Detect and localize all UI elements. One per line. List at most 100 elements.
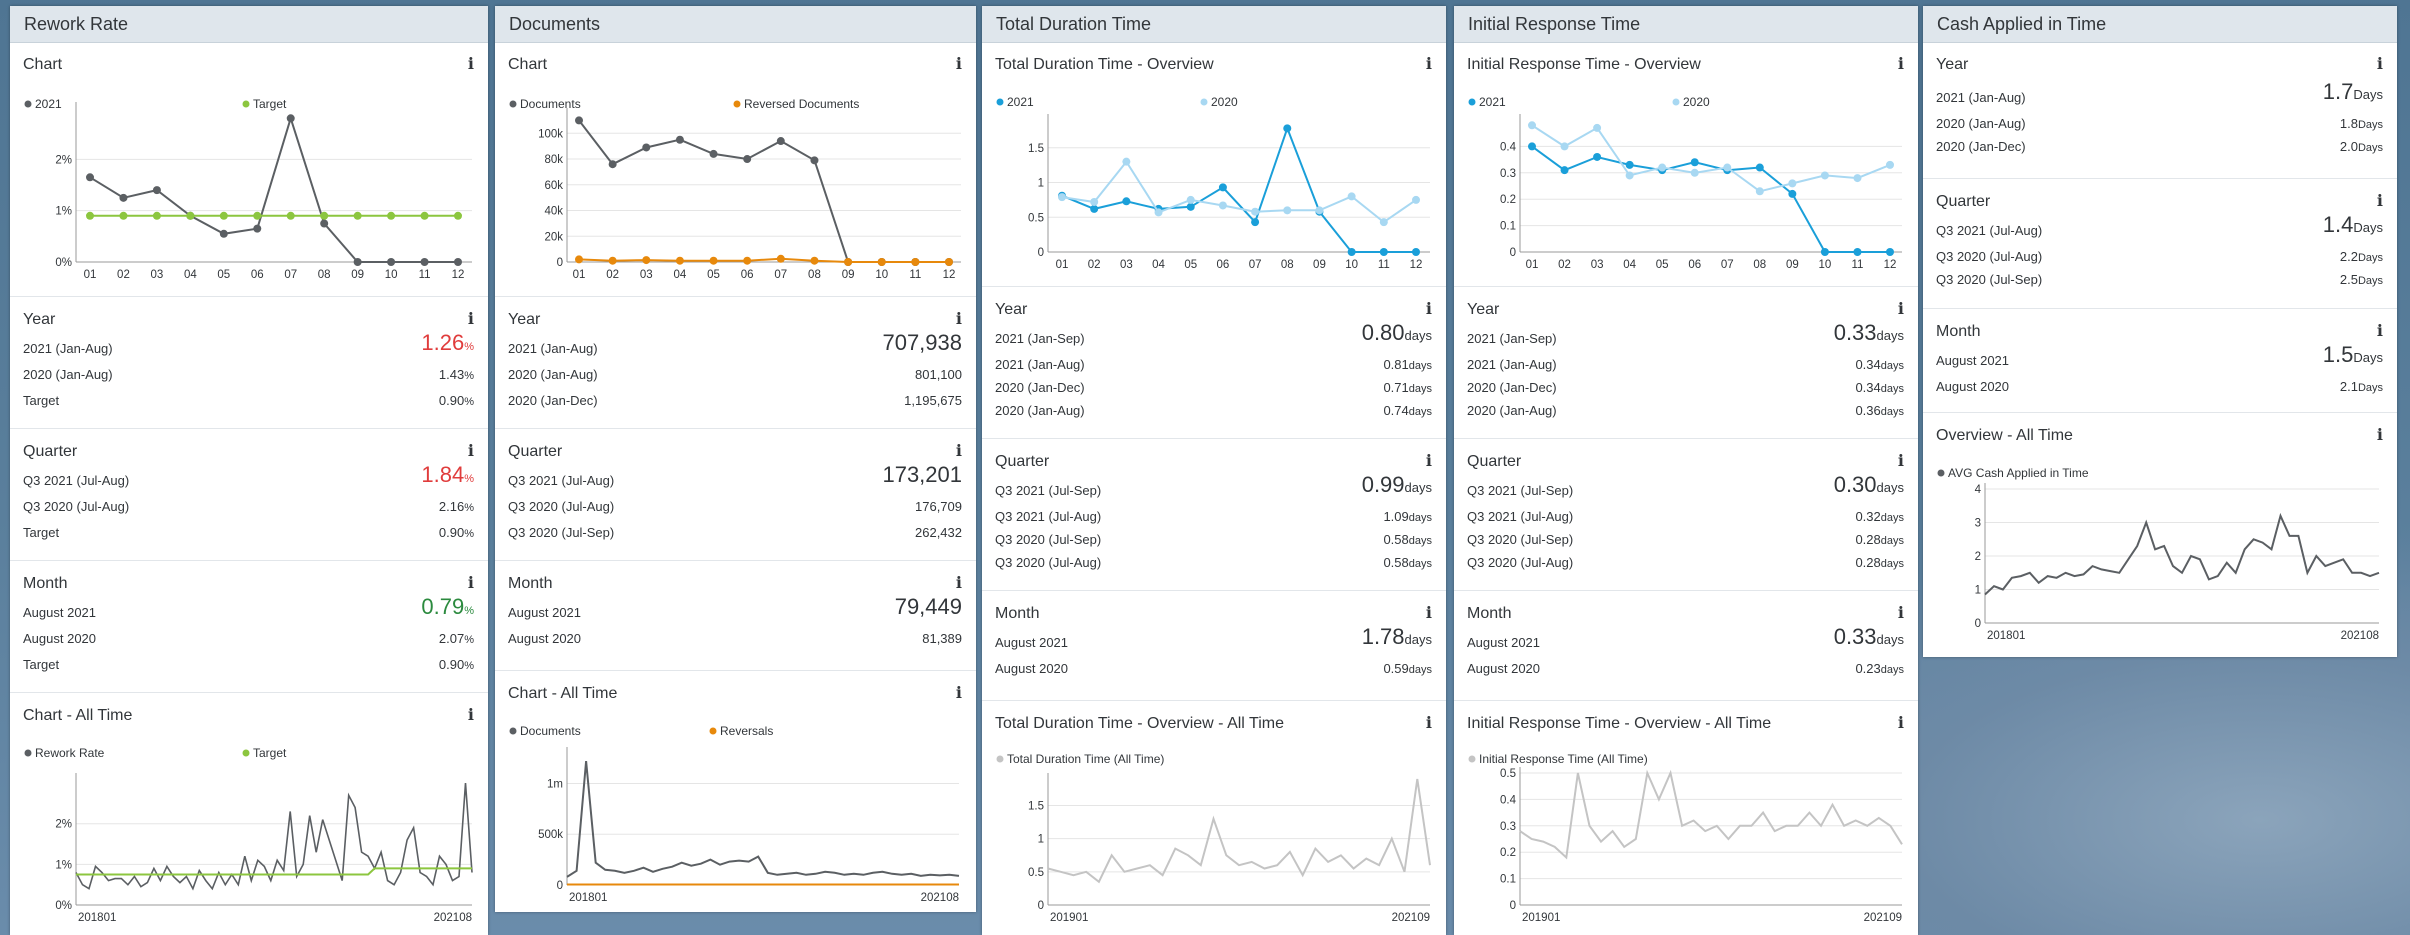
cash-applied-card[interactable]: Cash Applied in Time Year i 2021 (Jan-Au… xyxy=(1923,6,2397,657)
kpi-row: 2020 (Jan-Aug) 1.43% xyxy=(23,367,474,382)
data-point xyxy=(286,211,295,220)
info-icon[interactable]: i xyxy=(468,441,474,460)
initial-response-card[interactable]: Initial Response Time Initial Response T… xyxy=(1454,6,1918,935)
documents-card[interactable]: Documents Chart i Documents Reversed Docu… xyxy=(495,6,976,912)
data-point xyxy=(810,256,819,265)
info-icon[interactable]: i xyxy=(1426,299,1432,318)
data-point xyxy=(454,211,462,220)
duration-alltime-chart: Total Duration Time (All Time) 1.5 1 0.5 0 20… xyxy=(996,752,1431,924)
y-tick-label: 0.5 xyxy=(1500,768,1516,780)
kpi-row: 2020 (Jan-Dec) 0.34days xyxy=(1467,380,1904,395)
legend-marker xyxy=(242,749,250,757)
y-tick-label: 0 xyxy=(1038,247,1044,259)
info-icon[interactable]: i xyxy=(956,441,962,460)
kpi-row: Q3 2020 (Jul-Aug) 176,709 xyxy=(508,499,962,514)
info-icon[interactable]: i xyxy=(956,573,962,592)
section-title: Month xyxy=(995,605,1040,622)
info-icon[interactable]: i xyxy=(468,309,474,328)
total-duration-card[interactable]: Total Duration Time Total Duration Time … xyxy=(982,6,1446,935)
data-point xyxy=(743,155,752,164)
x-tick-label: 07 xyxy=(1721,259,1734,271)
x-tick-label: 06 xyxy=(1217,259,1230,271)
x-tick-label: 09 xyxy=(842,269,855,281)
y-tick-label: 4 xyxy=(1975,484,1982,496)
y-tick-label: 0 xyxy=(557,880,563,892)
data-point xyxy=(454,258,462,266)
card-title: Initial Response Time xyxy=(1454,6,1918,43)
info-icon[interactable]: i xyxy=(2377,321,2383,340)
data-point xyxy=(286,114,295,123)
x-tick-label: 02 xyxy=(117,269,130,281)
info-icon[interactable]: i xyxy=(1426,451,1432,470)
info-icon[interactable]: i xyxy=(468,54,474,73)
documents-alltime-chart: Documents Reversals 1m 500k 0 201801 202108 xyxy=(509,724,960,904)
x-tick-label: 03 xyxy=(151,269,164,281)
y-tick-label: 1.5 xyxy=(1028,801,1044,813)
data-point xyxy=(1853,248,1862,256)
section-title: Quarter xyxy=(1467,453,1522,470)
info-icon[interactable]: i xyxy=(468,705,474,724)
y-tick-label: 1 xyxy=(1038,178,1044,190)
data-point xyxy=(152,186,161,195)
section-title: Year xyxy=(23,311,56,328)
kpi-row: 2021 (Jan-Aug) 707,938 xyxy=(508,330,962,356)
info-icon[interactable]: i xyxy=(1898,603,1904,622)
kpi-row: 2020 (Jan-Dec) 2.0Days xyxy=(1936,139,2383,154)
info-icon[interactable]: i xyxy=(1898,299,1904,318)
info-icon[interactable]: i xyxy=(2377,191,2383,210)
info-icon[interactable]: i xyxy=(1898,54,1904,73)
info-icon[interactable]: i xyxy=(1898,451,1904,470)
x-tick-label: 01 xyxy=(84,269,97,281)
data-point xyxy=(945,258,953,266)
x-tick-label: 06 xyxy=(251,269,264,281)
year-section: Year i 2021 (Jan-Aug) 1.26% 2020 (Jan-Aug… xyxy=(10,296,488,428)
response-chart: 2021 2020 0.4 0.3 0.2 0.1 0 01 02 03 04 05 06 07 08 09 1… xyxy=(1468,95,1902,271)
info-icon[interactable]: i xyxy=(956,54,962,73)
series-line xyxy=(75,783,473,891)
kpi-row: Target 0.90% xyxy=(23,525,474,540)
card-title: Cash Applied in Time xyxy=(1923,6,2397,43)
data-point xyxy=(1788,179,1797,188)
y-tick-label: 0.4 xyxy=(1500,141,1517,153)
info-icon[interactable]: i xyxy=(956,309,962,328)
card-title: Total Duration Time xyxy=(982,6,1446,43)
series-line xyxy=(1519,769,1903,860)
kpi-row: Q3 2021 (Jul-Aug) 0.32days xyxy=(1467,509,1904,524)
data-point xyxy=(1528,121,1536,130)
legend-label: AVG Cash Applied in Time xyxy=(1948,466,2089,480)
data-point xyxy=(1058,193,1066,202)
data-point xyxy=(1690,168,1699,177)
legend-label: 2021 xyxy=(1479,95,1506,109)
y-tick-label: 0.1 xyxy=(1500,874,1516,886)
kpi-row: 2021 (Jan-Sep) 0.33days xyxy=(1467,320,1904,346)
y-tick-label: 0 xyxy=(557,257,563,269)
data-point xyxy=(1154,208,1163,217)
series-line xyxy=(1047,778,1431,884)
kpi-row: 2020 (Jan-Dec) 1,195,675 xyxy=(508,393,962,408)
info-icon[interactable]: i xyxy=(2377,425,2383,444)
info-icon[interactable]: i xyxy=(956,683,962,702)
section-title: Year xyxy=(1467,301,1500,318)
kpi-row: August 2021 0.33days xyxy=(1467,624,1904,650)
data-point xyxy=(152,211,161,220)
series-line xyxy=(578,119,949,263)
chart-section: Chart i Documents Reversed Documents 100k 8… xyxy=(495,42,976,296)
y-tick-label: 20k xyxy=(544,231,563,243)
data-point xyxy=(353,258,362,266)
kpi-row: 2021 (Jan-Aug) 0.81days xyxy=(995,357,1432,372)
x-tick-label: 03 xyxy=(640,269,653,281)
data-point xyxy=(1186,202,1195,211)
kpi-row: 2021 (Jan-Aug) 0.34days xyxy=(1467,357,1904,372)
x-tick-label: 10 xyxy=(875,269,888,281)
y-tick-label: 0 xyxy=(1975,618,1981,630)
info-icon[interactable]: i xyxy=(1426,603,1432,622)
data-point xyxy=(320,211,329,220)
data-point xyxy=(911,258,920,266)
rework-rate-card[interactable]: Rework Rate Chart i 2021 Target 2% 1% 0% 01 02… xyxy=(10,6,488,935)
x-tick-label: 201801 xyxy=(569,892,607,904)
info-icon[interactable]: i xyxy=(2377,54,2383,73)
legend-marker xyxy=(509,100,517,108)
info-icon[interactable]: i xyxy=(468,573,474,592)
info-icon[interactable]: i xyxy=(1426,54,1432,73)
data-point xyxy=(709,256,718,265)
